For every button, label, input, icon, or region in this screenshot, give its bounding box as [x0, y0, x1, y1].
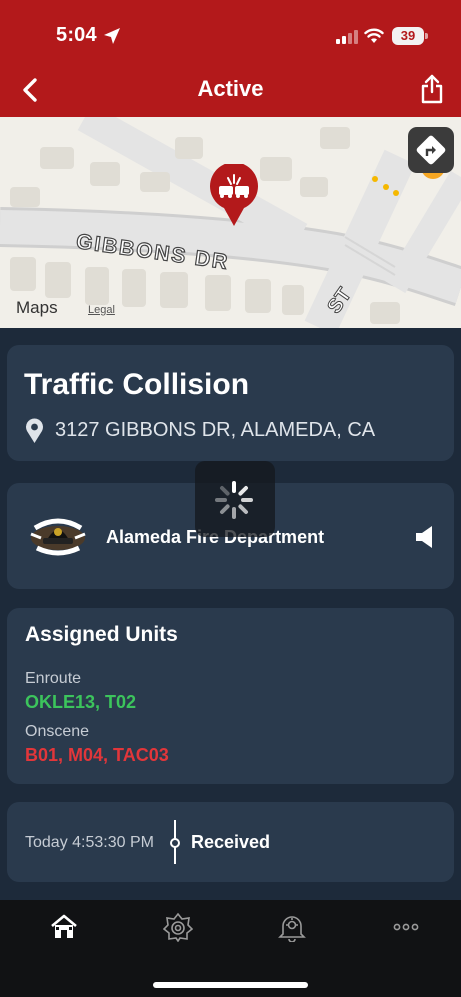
battery-level: 39 [392, 27, 424, 45]
loading-spinner-icon [215, 481, 253, 519]
directions-button[interactable] [408, 127, 454, 173]
onscene-label: Onscene [25, 723, 90, 740]
alert-bell-icon[interactable] [277, 912, 307, 942]
location-pin-icon [26, 418, 43, 443]
maps-brand-label: Maps [16, 298, 58, 317]
department-logo [30, 518, 86, 556]
timeline-dot [170, 838, 180, 848]
signal-icon [336, 30, 358, 44]
location-arrow-icon [104, 28, 120, 44]
incident-pin-icon[interactable] [208, 164, 260, 228]
enroute-label: Enroute [25, 670, 82, 687]
page-title: Active [197, 76, 264, 101]
timeline-time: Today 4:53:30 PM [25, 834, 154, 851]
share-icon[interactable] [420, 74, 444, 104]
fire-badge-icon[interactable] [163, 912, 193, 942]
apple-maps-logo: Maps [16, 298, 58, 318]
battery-indicator: 39 [392, 27, 428, 45]
home-icon[interactable] [49, 912, 79, 942]
incident-type: Traffic Collision [24, 368, 250, 401]
home-indicator [153, 982, 308, 988]
incident-address[interactable]: 3127 GIBBONS DR, ALAMEDA, CA [55, 419, 375, 442]
status-bar: 5:04 39 [0, 0, 461, 62]
battery-cap [425, 33, 428, 39]
enroute-units[interactable]: OKLE13, T02 [25, 692, 136, 713]
speaker-icon[interactable] [414, 524, 436, 550]
units-title: Assigned Units [25, 623, 178, 646]
more-icon[interactable] [391, 912, 421, 942]
incident-card [7, 345, 454, 461]
directions-icon [416, 135, 446, 165]
onscene-units[interactable]: B01, M04, TAC03 [25, 745, 169, 766]
nav-bar: Active [0, 62, 461, 117]
wifi-icon [364, 28, 384, 43]
timeline-status: Received [191, 832, 271, 852]
legal-link[interactable]: Legal [88, 304, 115, 316]
status-time: 5:04 [56, 24, 97, 46]
